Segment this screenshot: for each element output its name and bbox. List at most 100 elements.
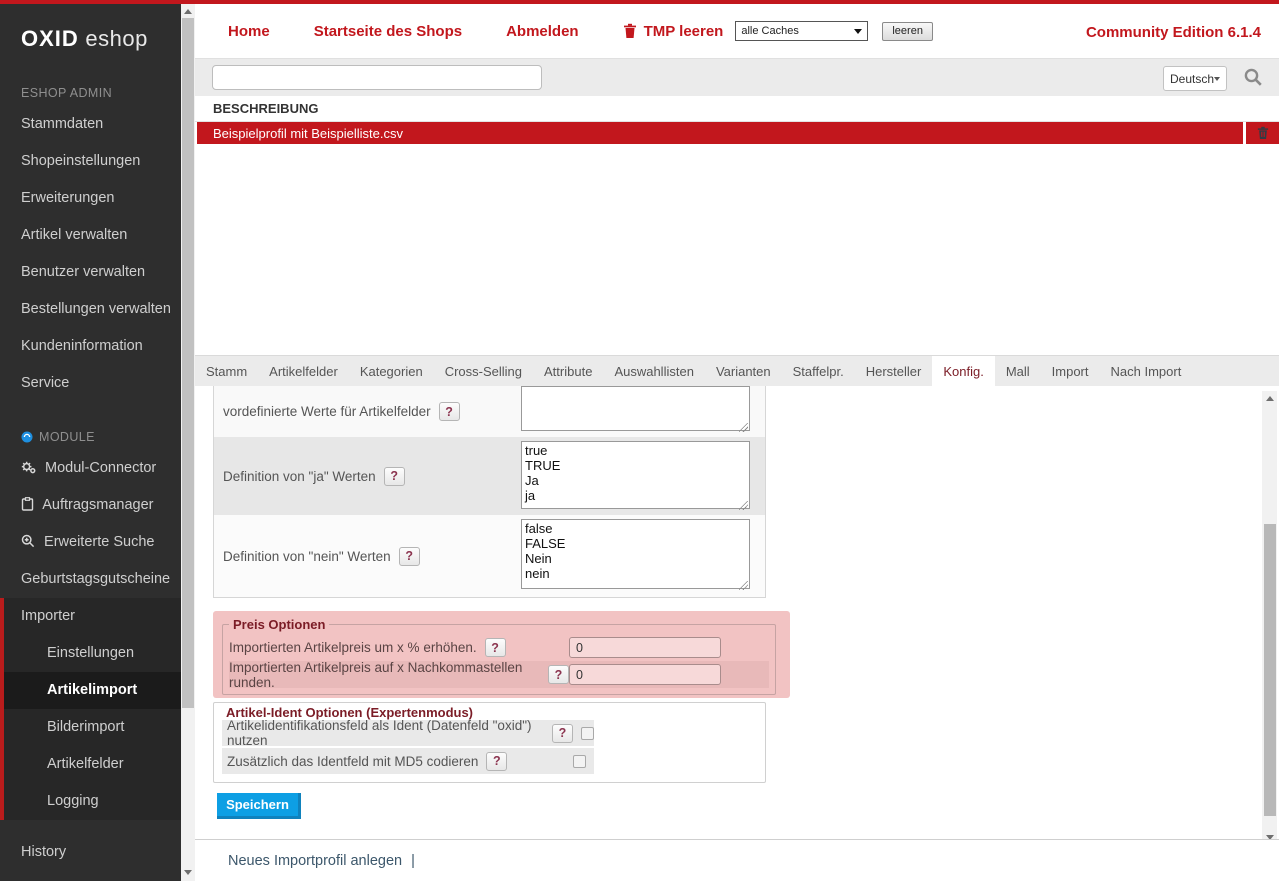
sidebar-item-bestellungen-verwalten[interactable]: Bestellungen verwalten bbox=[0, 291, 181, 328]
preis-optionen-fieldset: Preis Optionen Importierten Artikelpreis… bbox=[222, 617, 776, 695]
search-input[interactable] bbox=[212, 65, 542, 90]
cache-select[interactable]: alle Caches bbox=[735, 21, 868, 41]
logo-oxid: OXID bbox=[21, 26, 79, 51]
tab-konfig[interactable]: Konfig. bbox=[932, 356, 994, 386]
help-button[interactable]: ? bbox=[486, 752, 507, 771]
field-label: Definition von "ja" Werten bbox=[223, 469, 376, 484]
tab-attribute[interactable]: Attribute bbox=[533, 356, 603, 386]
sidebar-section-eshop-admin: ESHOP ADMIN bbox=[0, 72, 181, 106]
top-red-bar bbox=[0, 0, 1279, 4]
form-row-preis-runden: Importierten Artikelpreis auf x Nachkomm… bbox=[229, 661, 769, 688]
sidebar-section-module: MODULE bbox=[0, 416, 181, 450]
sidebar-scroll-down-arrow[interactable] bbox=[181, 865, 195, 879]
nav-home-link[interactable]: Home bbox=[228, 23, 270, 40]
tab-bar: Stamm Artikelfelder Kategorien Cross-Sel… bbox=[195, 355, 1279, 386]
sidebar-item-einstellungen[interactable]: Einstellungen bbox=[4, 635, 181, 672]
nein-werte-textarea[interactable]: false FALSE Nein nein bbox=[521, 519, 750, 589]
sidebar-item-artikelfelder[interactable]: Artikelfelder bbox=[4, 746, 181, 783]
list-row-selected[interactable]: Beispielprofil mit Beispielliste.csv bbox=[197, 122, 1243, 144]
help-button[interactable]: ? bbox=[439, 402, 460, 421]
delete-row-button[interactable] bbox=[1246, 122, 1279, 144]
field-label: Zusätzlich das Identfeld mit MD5 codiere… bbox=[227, 754, 478, 769]
sidebar-item-service[interactable]: Service bbox=[0, 365, 181, 402]
footer-bar: Neues Importprofil anlegen | bbox=[195, 839, 1279, 881]
tab-hersteller[interactable]: Hersteller bbox=[855, 356, 933, 386]
sidebar-scroll-up-arrow[interactable] bbox=[181, 4, 195, 18]
sidebar-item-artikelimport[interactable]: Artikelimport bbox=[4, 672, 181, 709]
new-import-profile-link[interactable]: Neues Importprofil anlegen bbox=[228, 853, 402, 869]
search-icon[interactable] bbox=[1244, 68, 1263, 87]
sidebar-item-geburtstagsgutscheine[interactable]: Geburtstagsgutscheine bbox=[0, 561, 181, 598]
geburtstagsgutscheine-label: Geburtstagsgutscheine bbox=[21, 571, 170, 587]
sidebar-item-erweiterte-suche[interactable]: Erweiterte Suche bbox=[0, 524, 181, 561]
sidebar-item-modul-connector[interactable]: Modul-Connector bbox=[0, 450, 181, 487]
sidebar-item-logging[interactable]: Logging bbox=[4, 783, 181, 820]
module-icon bbox=[21, 431, 33, 443]
help-button[interactable]: ? bbox=[552, 724, 573, 743]
tab-artikelfelder[interactable]: Artikelfelder bbox=[258, 356, 349, 386]
logo-eshop: eshop bbox=[85, 26, 147, 51]
trash-icon bbox=[1257, 126, 1269, 140]
sidebar-item-stammdaten[interactable]: Stammdaten bbox=[0, 106, 181, 143]
tab-varianten[interactable]: Varianten bbox=[705, 356, 782, 386]
content-scrollbar-thumb[interactable] bbox=[1264, 524, 1276, 816]
language-select-value: Deutsch bbox=[1170, 72, 1214, 86]
gears-icon bbox=[21, 461, 36, 474]
vordefinierte-werte-textarea[interactable] bbox=[521, 386, 750, 431]
clear-cache-button[interactable]: leeren bbox=[882, 22, 933, 41]
tab-kategorien[interactable]: Kategorien bbox=[349, 356, 434, 386]
help-button[interactable]: ? bbox=[548, 665, 569, 684]
form-row-ident-nutzen: Artikelidentifikationsfeld als Ident (Da… bbox=[222, 720, 594, 746]
tab-cross-selling[interactable]: Cross-Selling bbox=[434, 356, 533, 386]
md5-codieren-checkbox[interactable] bbox=[573, 755, 586, 768]
tab-content-konfig: vordefinierte Werte für Artikelfelder ? … bbox=[195, 386, 1279, 843]
nav-shop-start-link[interactable]: Startseite des Shops bbox=[314, 23, 462, 40]
tab-stamm[interactable]: Stamm bbox=[195, 356, 258, 386]
form-row-preis-erhoehen: Importierten Artikelpreis um x % erhöhen… bbox=[229, 634, 769, 661]
profile-list: Beispielprofil mit Beispielliste.csv bbox=[197, 122, 1279, 144]
nav-logout-link[interactable]: Abmelden bbox=[506, 23, 579, 40]
sidebar-item-importer[interactable]: Importer bbox=[4, 598, 181, 635]
help-button[interactable]: ? bbox=[399, 547, 420, 566]
tab-import[interactable]: Import bbox=[1041, 356, 1100, 386]
sidebar-scrollbar[interactable] bbox=[181, 4, 195, 881]
ident-nutzen-checkbox[interactable] bbox=[581, 727, 594, 740]
importer-menu-group: Importer Einstellungen Artikelimport Bil… bbox=[0, 598, 181, 820]
sidebar-item-artikel-verwalten[interactable]: Artikel verwalten bbox=[0, 217, 181, 254]
help-button[interactable]: ? bbox=[485, 638, 506, 657]
language-select[interactable]: Deutsch bbox=[1163, 66, 1227, 91]
chevron-down-icon bbox=[854, 29, 862, 34]
form-row-ja-werte: Definition von "ja" Werten ? true TRUE J… bbox=[214, 437, 765, 515]
tab-nach-import[interactable]: Nach Import bbox=[1100, 356, 1193, 386]
ja-werte-textarea[interactable]: true TRUE Ja ja bbox=[521, 441, 750, 509]
preis-erhoehen-input[interactable] bbox=[569, 637, 721, 658]
form-row-md5-codieren: Zusätzlich das Identfeld mit MD5 codiere… bbox=[222, 748, 594, 774]
sidebar-item-kundeninformation[interactable]: Kundeninformation bbox=[0, 328, 181, 365]
clipboard-icon bbox=[21, 497, 34, 511]
tmp-leeren-link[interactable]: TMP leeren bbox=[623, 23, 724, 40]
sidebar-item-shopeinstellungen[interactable]: Shopeinstellungen bbox=[0, 143, 181, 180]
sidebar-scrollbar-thumb[interactable] bbox=[182, 18, 194, 708]
sidebar-item-erweiterungen[interactable]: Erweiterungen bbox=[0, 180, 181, 217]
sidebar-item-auftragsmanager[interactable]: Auftragsmanager bbox=[0, 487, 181, 524]
preis-runden-input[interactable] bbox=[569, 664, 721, 685]
trash-icon bbox=[623, 23, 637, 39]
ident-optionen-fieldset: Artikel-Ident Optionen (Expertenmodus) A… bbox=[213, 702, 766, 783]
content-scrollbar[interactable] bbox=[1262, 391, 1277, 844]
tab-staffelpr[interactable]: Staffelpr. bbox=[782, 356, 855, 386]
auftragsmanager-label: Auftragsmanager bbox=[42, 497, 153, 513]
preis-optionen-legend: Preis Optionen bbox=[229, 617, 329, 632]
erweiterte-suche-label: Erweiterte Suche bbox=[44, 534, 154, 550]
sidebar-item-benutzer-verwalten[interactable]: Benutzer verwalten bbox=[0, 254, 181, 291]
help-button[interactable]: ? bbox=[384, 467, 405, 486]
save-button[interactable]: Speichern bbox=[217, 793, 301, 819]
sidebar-item-history[interactable]: History bbox=[0, 834, 181, 871]
sidebar-item-bilderimport[interactable]: Bilderimport bbox=[4, 709, 181, 746]
modul-connector-label: Modul-Connector bbox=[45, 460, 156, 476]
chevron-down-icon bbox=[1214, 77, 1220, 81]
content-scroll-up-arrow[interactable] bbox=[1262, 391, 1277, 405]
tab-mall[interactable]: Mall bbox=[995, 356, 1041, 386]
list-column-header[interactable]: BESCHREIBUNG bbox=[195, 96, 1279, 122]
tab-auswahllisten[interactable]: Auswahllisten bbox=[603, 356, 705, 386]
footer-separator: | bbox=[411, 853, 415, 869]
